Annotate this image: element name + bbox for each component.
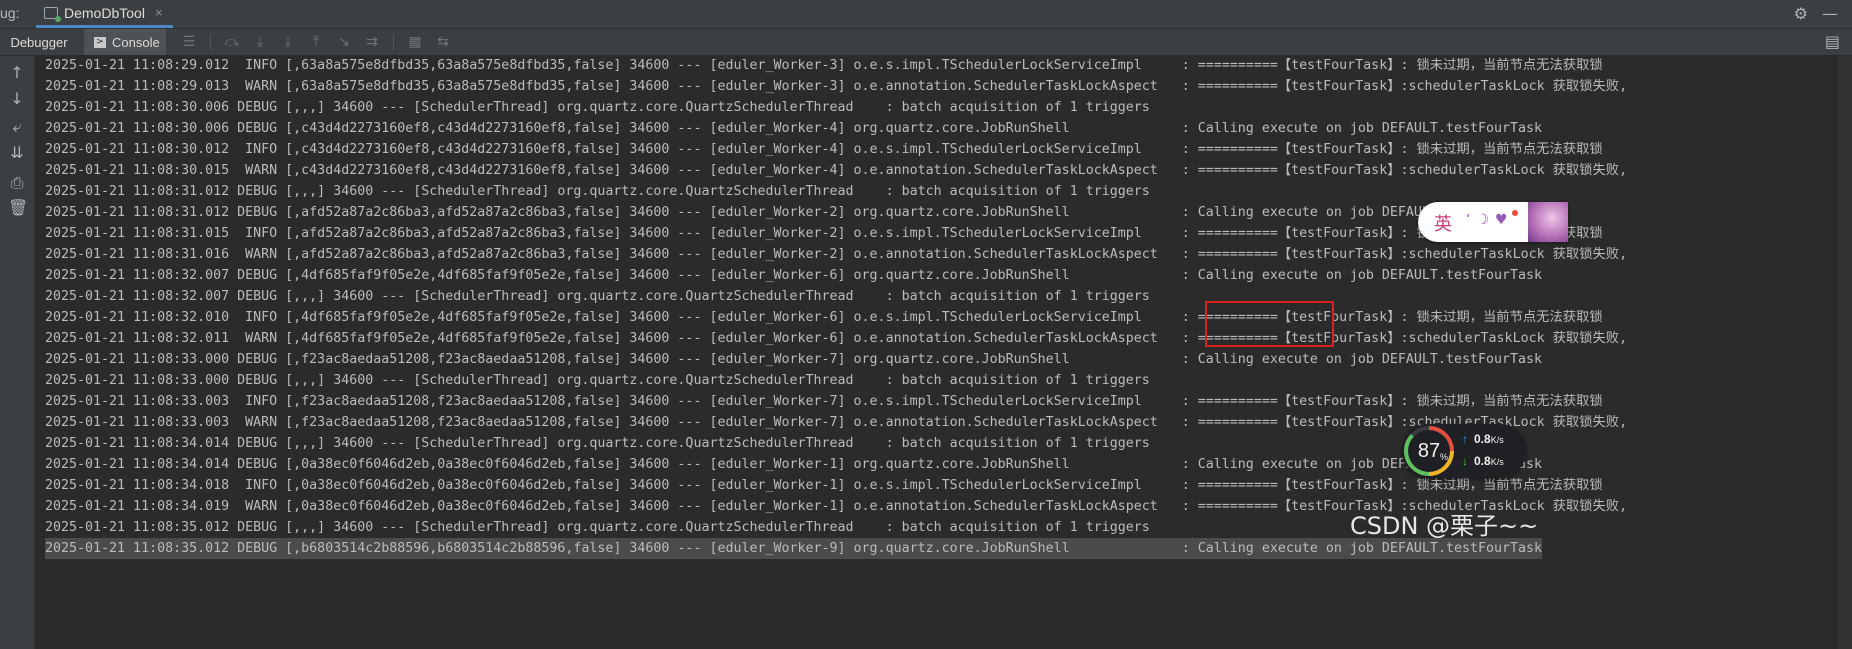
layout-settings-icon[interactable]: ▤ (1825, 32, 1840, 51)
tab-debugger[interactable]: Debugger (0, 29, 78, 55)
tab-debugger-label: Debugger (10, 34, 68, 50)
step-out-icon[interactable]: ⤒ (305, 32, 327, 52)
minimize-icon[interactable]: — (1822, 4, 1838, 23)
memory-percent-unit: % (1440, 452, 1449, 462)
log-line: 2025-01-21 11:08:29.013 WARN [,63a8a575e… (45, 79, 1628, 94)
log-line: 2025-01-21 11:08:33.000 DEBUG [,,,] 3460… (45, 373, 1150, 388)
download-speed-unit: K/s (1490, 457, 1504, 467)
print-icon[interactable]: ⎙ (8, 174, 26, 192)
log-line: 2025-01-21 11:08:31.012 DEBUG [,,,] 3460… (45, 184, 1150, 199)
close-tab-icon[interactable]: × (155, 5, 163, 20)
log-line: 2025-01-21 11:08:32.007 DEBUG [,,,] 3460… (45, 289, 1150, 304)
evaluate-icon[interactable]: ⇉ (361, 32, 383, 52)
log-line: 2025-01-21 11:08:31.012 DEBUG [,afd52a87… (45, 205, 1543, 220)
ime-skin-image (1528, 202, 1568, 242)
ime-decoration-icons: ʻ☽♥ (1466, 212, 1514, 228)
step-over-icon[interactable]: ⤼ (221, 32, 243, 52)
scroll-to-end-icon[interactable]: ⇊ (8, 144, 26, 162)
download-speed-value: 0.8 (1474, 454, 1491, 468)
debug-tab-bar: ug: DemoDbTool × ⚙ — (0, 0, 1852, 29)
soft-wrap-icon[interactable]: ⤶ (8, 118, 26, 136)
console-left-toolbar: ↑ ↓ ⤶ ⇊ ⎙ 🗑 (0, 56, 35, 649)
highlight-box (1205, 301, 1334, 347)
upload-speed-unit: K/s (1490, 435, 1504, 445)
toolbar-separator (393, 34, 394, 50)
log-line: 2025-01-21 11:08:30.012 INFO [,c43d4d227… (45, 142, 1603, 157)
upload-speed-value: 0.8 (1474, 432, 1491, 446)
down-arrow-icon[interactable]: ↓ (8, 90, 26, 108)
log-line: 2025-01-21 11:08:31.015 INFO [,afd52a87a… (45, 226, 1603, 241)
network-monitor-widget[interactable]: 87 % ↑ 0.8K/s ↓ 0.8K/s (1402, 424, 1526, 478)
run-config-icon (44, 6, 61, 22)
console-icon: > (94, 36, 106, 48)
log-line: 2025-01-21 11:08:33.000 DEBUG [,f23ac8ae… (45, 352, 1543, 367)
debug-label: ug: (0, 5, 20, 21)
ime-language-label: 英 (1434, 214, 1452, 235)
toolbar-separator (210, 34, 211, 50)
console-output[interactable]: 2025-01-21 11:08:29.012 INFO [,63a8a575e… (35, 56, 1852, 649)
settings-gear-icon[interactable]: ⚙ (1794, 4, 1808, 23)
log-line: 2025-01-21 11:08:30.006 DEBUG [,c43d4d22… (45, 121, 1543, 136)
menu-icon[interactable]: ☰ (178, 32, 200, 52)
log-line: 2025-01-21 11:08:33.003 INFO [,f23ac8aed… (45, 394, 1603, 409)
force-step-into-icon[interactable]: ⤓ (277, 32, 299, 52)
log-line: 2025-01-21 11:08:34.018 INFO [,0a38ec0f6… (45, 478, 1603, 493)
debug-toolbar: Debugger > Console ☰ ⤼ ⤓ ⤓ ⤒ ↘ ⇉ ▦ ⇆ ▤ (0, 29, 1852, 56)
log-line: 2025-01-21 11:08:32.010 INFO [,4df685faf… (45, 310, 1603, 325)
download-speed: ↓ 0.8K/s (1462, 454, 1504, 468)
log-line: 2025-01-21 11:08:32.011 WARN [,4df685faf… (45, 331, 1628, 346)
tab-demodbtool[interactable]: DemoDbTool × (36, 0, 173, 28)
clear-all-trash-icon[interactable]: 🗑 (8, 199, 28, 217)
ime-notification-dot (1512, 210, 1518, 216)
log-line: 2025-01-21 11:08:34.014 DEBUG [,,,] 3460… (45, 436, 1150, 451)
log-line: 2025-01-21 11:08:29.012 INFO [,63a8a575e… (45, 58, 1603, 73)
step-into-icon[interactable]: ⤓ (249, 32, 271, 52)
memory-percent: 87 (1408, 430, 1450, 472)
table-icon[interactable]: ▦ (404, 32, 426, 52)
log-line: 2025-01-21 11:08:30.006 DEBUG [,,,] 3460… (45, 100, 1150, 115)
upload-arrow-icon: ↑ (1462, 432, 1468, 446)
ime-status-widget[interactable]: 英 ʻ☽♥ (1418, 202, 1568, 242)
log-line: 2025-01-21 11:08:35.012 DEBUG [,,,] 3460… (45, 520, 1150, 535)
log-line: 2025-01-21 11:08:35.012 DEBUG [,b6803514… (45, 538, 1543, 559)
run-to-cursor-icon[interactable]: ↘ (333, 32, 355, 52)
tab-console-label: Console (112, 34, 160, 50)
log-line: 2025-01-21 11:08:30.015 WARN [,c43d4d227… (45, 163, 1628, 178)
restore-layout-icon[interactable]: ⇆ (432, 32, 454, 52)
log-line: 2025-01-21 11:08:32.007 DEBUG [,4df685fa… (45, 268, 1543, 283)
log-line: 2025-01-21 11:08:31.016 WARN [,afd52a87a… (45, 247, 1628, 262)
download-arrow-icon: ↓ (1462, 454, 1468, 468)
log-line: 2025-01-21 11:08:34.014 DEBUG [,0a38ec0f… (45, 457, 1543, 472)
tab-console[interactable]: > Console (84, 29, 166, 55)
csdn-watermark: CSDN @栗子~~ (1350, 512, 1539, 540)
log-line: 2025-01-21 11:08:33.003 WARN [,f23ac8aed… (45, 415, 1628, 430)
upload-speed: ↑ 0.8K/s (1462, 432, 1504, 446)
tab-title: DemoDbTool (64, 4, 145, 21)
vertical-scrollbar[interactable] (1838, 56, 1852, 649)
up-arrow-icon[interactable]: ↑ (8, 64, 26, 82)
